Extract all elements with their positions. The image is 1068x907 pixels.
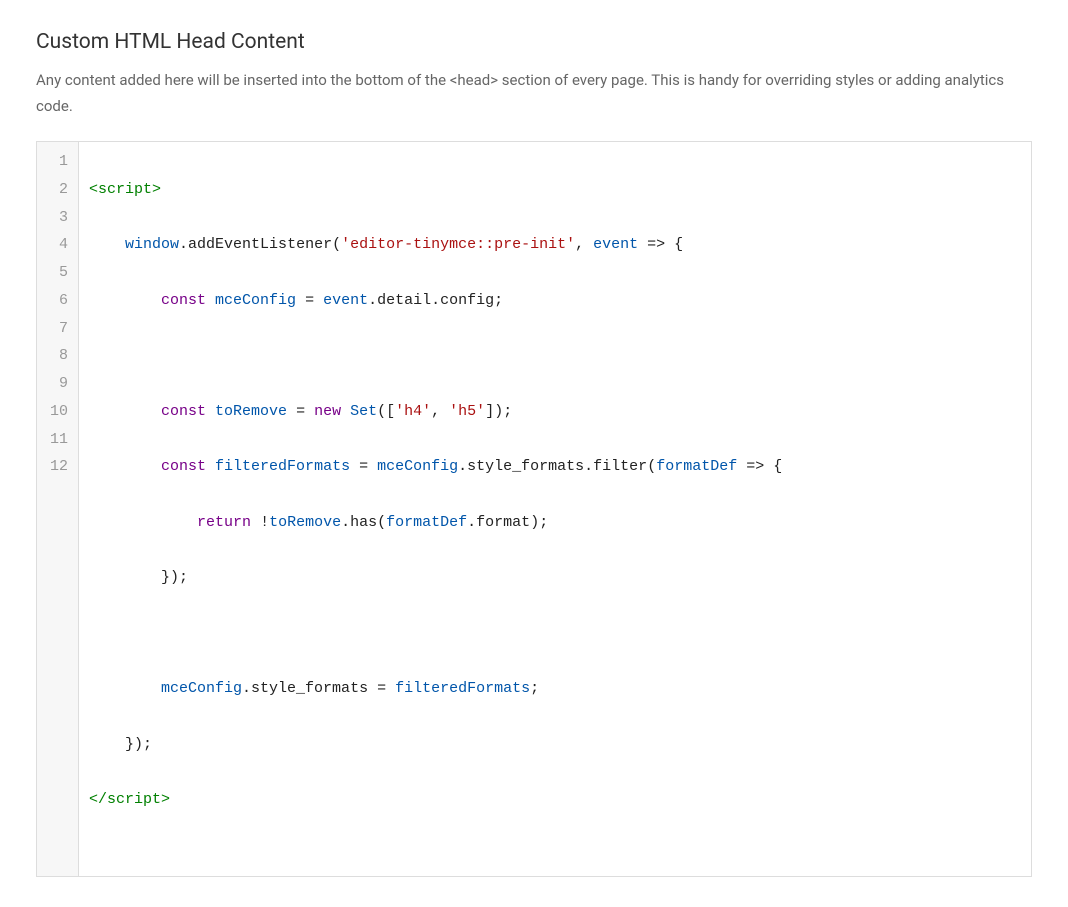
code-line — [89, 342, 1021, 370]
section-title: Custom HTML Head Content — [36, 30, 1032, 54]
code-line: </script> — [89, 786, 1021, 814]
code-line: <script> — [89, 176, 1021, 204]
line-number: 3 — [37, 204, 72, 232]
code-line: return !toRemove.has(formatDef.format); — [89, 509, 1021, 537]
code-line: window.addEventListener('editor-tinymce:… — [89, 231, 1021, 259]
code-line — [89, 620, 1021, 648]
code-line: }); — [89, 731, 1021, 759]
line-number: 10 — [37, 398, 72, 426]
line-number: 6 — [37, 287, 72, 315]
line-number: 4 — [37, 231, 72, 259]
code-line: const mceConfig = event.detail.config; — [89, 287, 1021, 315]
line-number: 8 — [37, 342, 72, 370]
line-number: 2 — [37, 176, 72, 204]
code-line: mceConfig.style_formats = filteredFormat… — [89, 675, 1021, 703]
line-number: 9 — [37, 370, 72, 398]
line-number: 5 — [37, 259, 72, 287]
line-number-gutter: 1 2 3 4 5 6 7 8 9 10 11 12 — [37, 142, 79, 876]
code-line: const filteredFormats = mceConfig.style_… — [89, 453, 1021, 481]
line-number: 11 — [37, 426, 72, 454]
line-number: 1 — [37, 148, 72, 176]
code-line: }); — [89, 564, 1021, 592]
code-editor[interactable]: 1 2 3 4 5 6 7 8 9 10 11 12 <script> wind… — [36, 141, 1032, 877]
code-content[interactable]: <script> window.addEventListener('editor… — [79, 142, 1031, 876]
line-number: 7 — [37, 315, 72, 343]
line-number: 12 — [37, 453, 72, 481]
section-description: Any content added here will be inserted … — [36, 68, 1032, 119]
code-line: const toRemove = new Set(['h4', 'h5']); — [89, 398, 1021, 426]
